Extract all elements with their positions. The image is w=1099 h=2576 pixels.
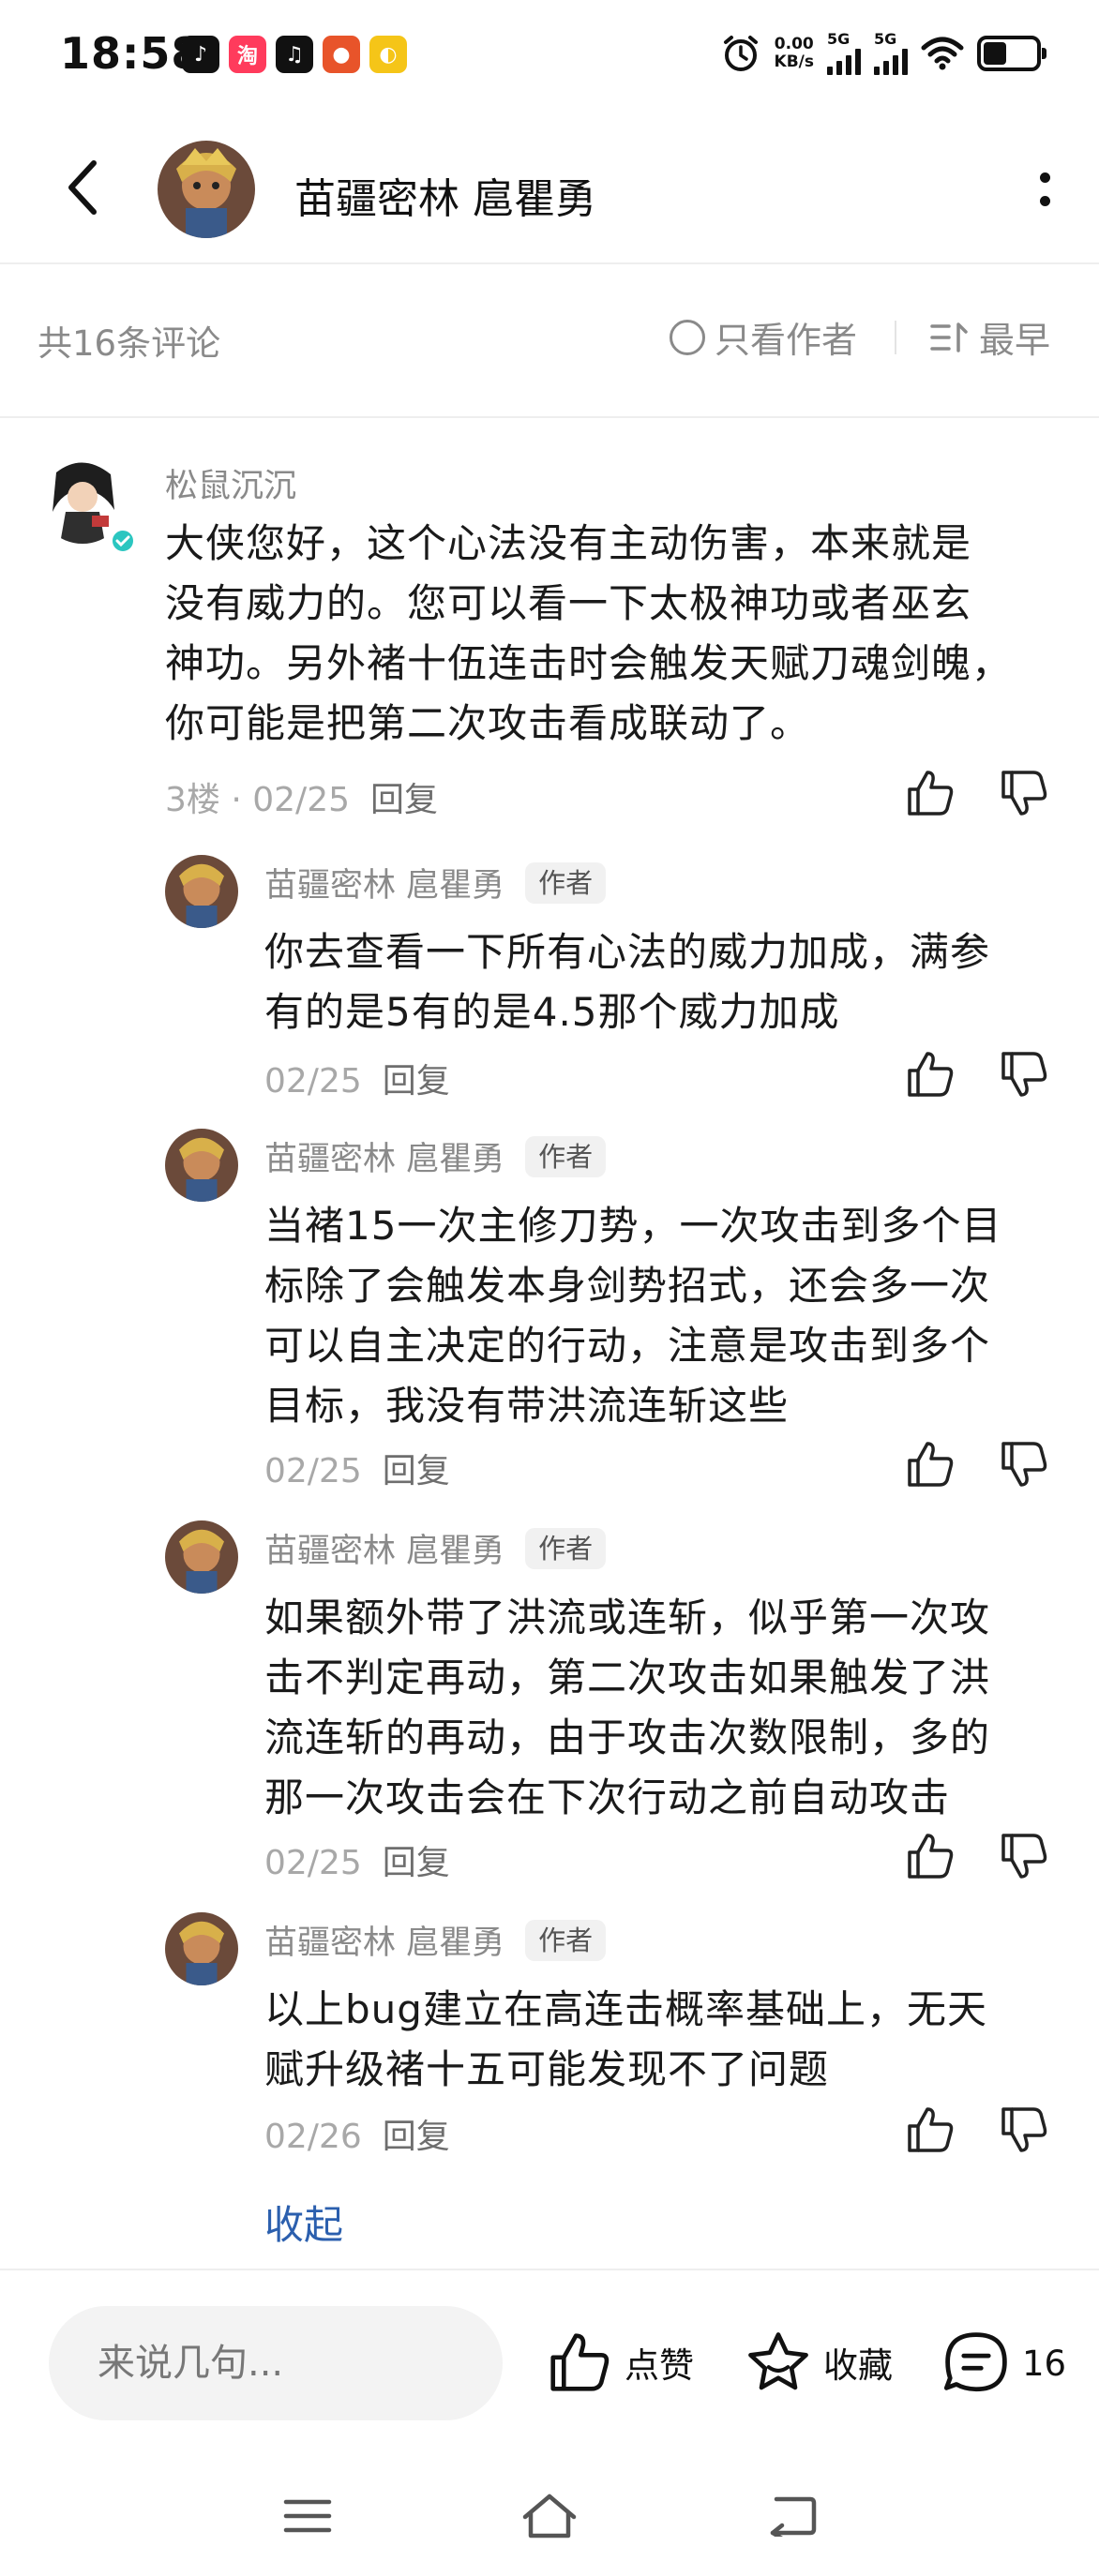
status-time: 18:58: [60, 28, 203, 79]
author-badge: 作者: [525, 861, 607, 904]
author-badge: 作者: [525, 1919, 607, 1961]
reply-text: 当褚15一次主修刀势，一次攻击到多个目 标除了会触发本身剑势招式，还会多一次 可…: [264, 1203, 1002, 1429]
divider: [895, 321, 896, 354]
reply-button[interactable]: 回复: [383, 1062, 450, 1101]
signal-bars-icon: [827, 47, 861, 75]
menu-icon: [283, 2499, 332, 2533]
replier-avatar[interactable]: [165, 1129, 238, 1202]
battery-icon: [977, 36, 1046, 71]
music-icon: ♫: [276, 36, 313, 73]
thumbs-up-icon[interactable]: [904, 1048, 956, 1101]
thumbs-down-icon[interactable]: [998, 1438, 1050, 1490]
comment-item: 松鼠沉沉 大侠您好，这个心法没有主动伤害，本来就是 没有威力的。您可以看一下太极…: [38, 454, 1069, 829]
reply-item: 苗疆密林 扈瞿勇 作者 如果额外带了洪流或连斩，似乎第一次攻 击不判定再动，第二…: [165, 1520, 1065, 1886]
more-options-button[interactable]: [1016, 161, 1073, 217]
favorite-button[interactable]: 收藏: [745, 2329, 893, 2396]
sort-toggle[interactable]: 最早: [930, 311, 1050, 363]
status-indicators: 0.00 KB/s 5G 5G: [720, 32, 1046, 75]
tiktok-icon: ♪: [182, 36, 219, 73]
back-arrow-icon: [68, 160, 97, 215]
system-nav-bar: [0, 2452, 1099, 2576]
comment-count: 共16条评论: [38, 323, 221, 364]
back-nav-icon: [770, 2496, 817, 2537]
verified-icon: [111, 529, 135, 553]
thumbs-down-icon[interactable]: [998, 2104, 1050, 2156]
net-speed: 0.00 KB/s: [774, 35, 814, 71]
reply-item: 苗疆密林 扈瞿勇 作者 你去查看一下所有心法的威力加成，满参 有的是5有的是4.…: [165, 855, 1065, 1101]
reply-text: 你去查看一下所有心法的威力加成，满参 有的是5有的是4.5那个威力加成: [264, 929, 991, 1035]
reply-meta: 02/25 回复: [264, 1844, 450, 1882]
back-button[interactable]: [54, 150, 111, 225]
author-only-toggle[interactable]: 只看作者: [670, 311, 857, 363]
reply-button[interactable]: 回复: [383, 1844, 450, 1882]
app-icon: ◐: [369, 36, 407, 73]
reply-text: 如果额外带了洪流或连斩，似乎第一次攻 击不判定再动，第二次攻击如果触发了洪 流连…: [264, 1595, 991, 1820]
replier-avatar[interactable]: [165, 1520, 238, 1594]
sort-icon: [930, 322, 968, 352]
bottom-action-bar: 来说几句... 点赞 收藏 16: [0, 2269, 1099, 2452]
signal-1: 5G: [827, 32, 861, 75]
like-button[interactable]: 点赞: [546, 2329, 694, 2396]
signal-bars-icon: [874, 47, 908, 75]
reply-button[interactable]: 回复: [370, 781, 438, 819]
collapse-replies-button[interactable]: 收起: [264, 2194, 343, 2251]
reply-item: 苗疆密林 扈瞿勇 作者 当褚15一次主修刀势，一次攻击到多个目 标除了会触发本身…: [165, 1129, 1065, 1494]
comment-input[interactable]: 来说几句...: [49, 2306, 503, 2420]
reply-actions: [904, 1438, 1050, 1490]
reply-username[interactable]: 苗疆密林 扈瞿勇 作者: [264, 1524, 607, 1572]
alarm-icon: [723, 36, 758, 71]
home-icon: [522, 2494, 577, 2539]
status-bar: 18:58 ♪ 淘 ♫ ● ◐ 0.00 KB/s 5G 5G: [0, 0, 1099, 112]
comment-username[interactable]: 松鼠沉沉: [165, 459, 296, 507]
comment-text: 大侠您好，这个心法没有主动伤害，本来就是 没有威力的。您可以看一下太极神功或者巫…: [165, 520, 1013, 746]
reply-button[interactable]: 回复: [383, 1452, 450, 1490]
radio-circle-icon: [670, 319, 705, 355]
comment-count-badge: 16: [1022, 2343, 1067, 2384]
reply-actions: [904, 2104, 1050, 2156]
game-icon: ●: [323, 36, 360, 73]
reply-username[interactable]: 苗疆密林 扈瞿勇 作者: [264, 859, 607, 906]
reply-text: 以上bug建立在高连击概率基础上，无天 赋升级褚十五可能发现不了问题: [264, 1986, 987, 2092]
back-nav-button[interactable]: [765, 2490, 821, 2542]
thumbs-up-icon[interactable]: [904, 767, 956, 819]
reply-item: 苗疆密林 扈瞿勇 作者 以上bug建立在高连击概率基础上，无天 赋升级褚十五可能…: [165, 1912, 1065, 2156]
reply-meta: 02/25 回复: [264, 1452, 450, 1490]
thumbs-up-icon[interactable]: [904, 1830, 956, 1882]
thumbs-down-icon[interactable]: [998, 1830, 1050, 1882]
dot-icon: [1039, 196, 1050, 206]
menu-button[interactable]: [279, 2490, 336, 2542]
star-icon: [748, 2332, 808, 2390]
author-badge: 作者: [525, 1135, 607, 1177]
comment-bubble-icon: [943, 2332, 1007, 2392]
reply-username[interactable]: 苗疆密林 扈瞿勇 作者: [264, 1132, 607, 1180]
reply-actions: [904, 1048, 1050, 1101]
comment-filter-bar: 共16条评论 只看作者 最早: [0, 266, 1099, 418]
status-app-icons: ♪ 淘 ♫ ● ◐: [182, 36, 407, 73]
thumbs-down-icon[interactable]: [998, 1048, 1050, 1101]
thumbs-up-icon[interactable]: [904, 2104, 956, 2156]
replier-avatar[interactable]: [165, 1912, 238, 1985]
wifi-icon: [921, 37, 964, 70]
thumbs-up-icon[interactable]: [904, 1438, 956, 1490]
home-button[interactable]: [521, 2490, 578, 2542]
comments-button[interactable]: 16: [941, 2329, 1066, 2398]
thumbs-down-icon[interactable]: [998, 767, 1050, 819]
replier-avatar[interactable]: [165, 855, 238, 928]
reply-actions: [904, 1830, 1050, 1882]
dot-icon: [1039, 172, 1050, 183]
top-header: 苗疆密林 扈瞿勇: [0, 112, 1099, 264]
author-badge: 作者: [525, 1527, 607, 1569]
reply-button[interactable]: 回复: [383, 2118, 450, 2156]
reply-meta: 02/26 回复: [264, 2118, 450, 2156]
taobao-icon: 淘: [229, 36, 266, 73]
reply-meta: 02/25 回复: [264, 1062, 450, 1101]
comment-actions: [904, 767, 1050, 819]
signal-2: 5G: [874, 32, 908, 75]
thumbs-up-icon: [550, 2333, 610, 2391]
page-title: 苗疆密林 扈瞿勇: [294, 175, 596, 223]
author-avatar[interactable]: [158, 141, 255, 238]
reply-username[interactable]: 苗疆密林 扈瞿勇 作者: [264, 1916, 607, 1964]
comment-meta: 3楼 · 02/25 回复: [165, 781, 439, 819]
